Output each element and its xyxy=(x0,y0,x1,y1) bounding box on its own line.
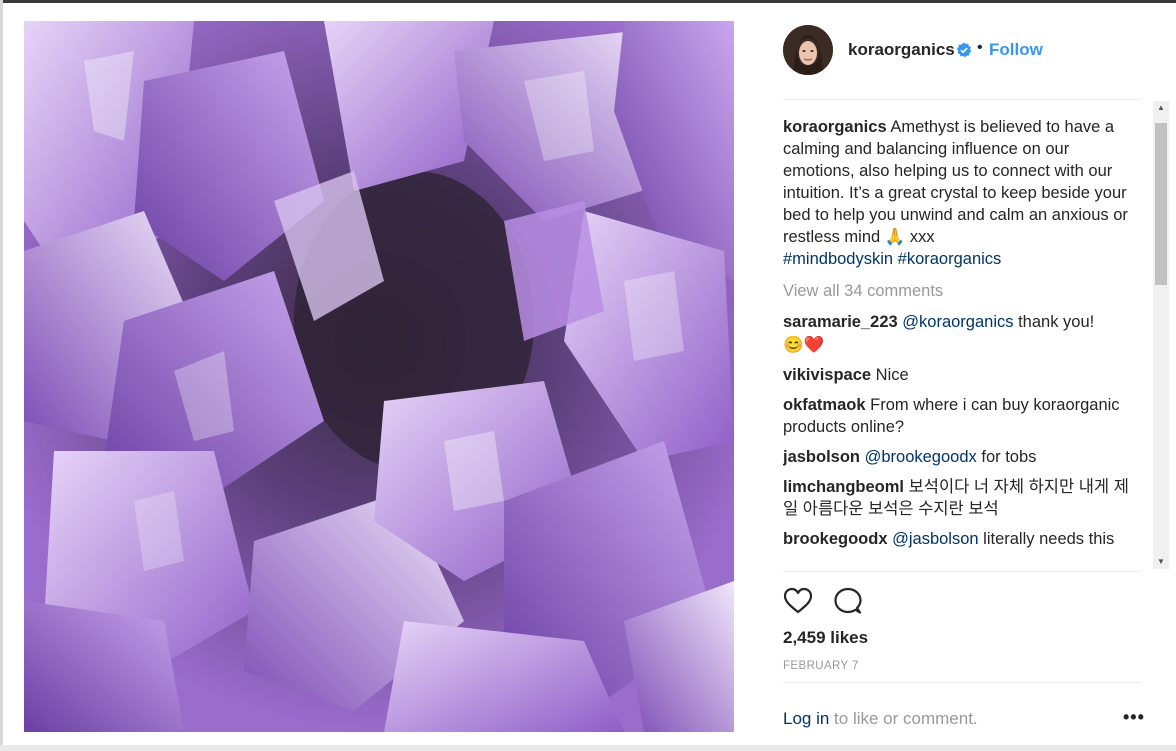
caption-username[interactable]: koraorganics xyxy=(783,118,887,136)
scroll-up-arrow-icon[interactable]: ▲ xyxy=(1153,101,1169,115)
comment-item: brookegoodx @jasbolson literally needs t… xyxy=(783,528,1135,550)
login-prompt: Log in to like or comment. xyxy=(783,709,978,729)
heart-icon[interactable] xyxy=(783,586,813,616)
post-caption: koraorganics Amethyst is believed to hav… xyxy=(783,116,1135,270)
window-bottom-border xyxy=(0,745,1176,751)
view-all-comments-link[interactable]: View all 34 comments xyxy=(783,280,1135,302)
scrollbar-thumb[interactable] xyxy=(1155,123,1167,285)
comment-item: saramarie_223 @koraorganics thank you! 😊… xyxy=(783,311,1135,356)
verified-badge-icon xyxy=(956,42,972,58)
likes-count[interactable]: 2,459 likes xyxy=(783,628,868,648)
comment-mention[interactable]: @brookegoodx xyxy=(865,448,977,466)
amethyst-photo xyxy=(24,21,734,732)
window-top-border xyxy=(0,0,1176,3)
header-separator: • xyxy=(977,39,983,56)
avatar-image xyxy=(783,25,833,75)
post-image[interactable] xyxy=(24,21,734,732)
comments-scrollbar[interactable]: ▲ ▼ xyxy=(1153,101,1169,569)
comment-item: limchangbeoml 보석이다 너 자체 하지만 내게 제일 아름다운 보… xyxy=(783,476,1135,520)
comment-item: okfatmaok From where i can buy koraorgan… xyxy=(783,394,1135,438)
comment-username[interactable]: jasbolson xyxy=(783,448,860,466)
scroll-down-arrow-icon[interactable]: ▼ xyxy=(1153,555,1169,569)
comment-item: vikivispace Nice xyxy=(783,364,1135,386)
post-username[interactable]: koraorganics xyxy=(848,40,955,60)
post-actions xyxy=(783,586,1143,620)
post-date[interactable]: FEBRUARY 7 xyxy=(783,660,859,672)
comment-text: thank you! xyxy=(1013,313,1095,331)
header-divider xyxy=(783,99,1141,100)
comment-mention[interactable]: @jasbolson xyxy=(892,530,978,548)
comment-mention[interactable]: @koraorganics xyxy=(902,313,1013,331)
comment-username[interactable]: brookegoodx xyxy=(783,530,888,548)
comment-username[interactable]: vikivispace xyxy=(783,366,871,384)
caption-text: Amethyst is believed to have a calming a… xyxy=(783,118,1128,246)
comment-text: literally needs this xyxy=(978,529,1115,548)
footer-divider xyxy=(783,682,1141,683)
more-options-icon[interactable]: ••• xyxy=(1123,707,1145,728)
follow-button[interactable]: Follow xyxy=(989,40,1043,60)
comment-text: for tobs xyxy=(976,447,1037,466)
window-left-border xyxy=(0,0,3,751)
post-header: koraorganics • Follow xyxy=(783,21,1143,99)
comments-divider xyxy=(783,571,1141,572)
comment-bubble-icon[interactable] xyxy=(833,586,863,616)
post-sidebar: koraorganics • Follow koraorganics Ameth… xyxy=(783,21,1169,745)
comment-username[interactable]: limchangbeoml xyxy=(783,478,904,496)
hashtag-link[interactable]: #mindbodyskin xyxy=(783,250,893,268)
comment-item: jasbolson @brookegoodx for tobs xyxy=(783,446,1135,468)
login-link[interactable]: Log in xyxy=(783,709,829,728)
comment-emoji: 😊❤️ xyxy=(783,335,825,354)
comment-text: Nice xyxy=(871,365,909,384)
comment-username[interactable]: okfatmaok xyxy=(783,396,866,414)
hashtag-link[interactable]: #koraorganics xyxy=(898,250,1002,268)
comments-list[interactable]: koraorganics Amethyst is believed to hav… xyxy=(783,116,1135,568)
avatar[interactable] xyxy=(783,25,833,75)
login-suffix: to like or comment. xyxy=(829,709,978,728)
comment-username[interactable]: saramarie_223 xyxy=(783,313,898,331)
